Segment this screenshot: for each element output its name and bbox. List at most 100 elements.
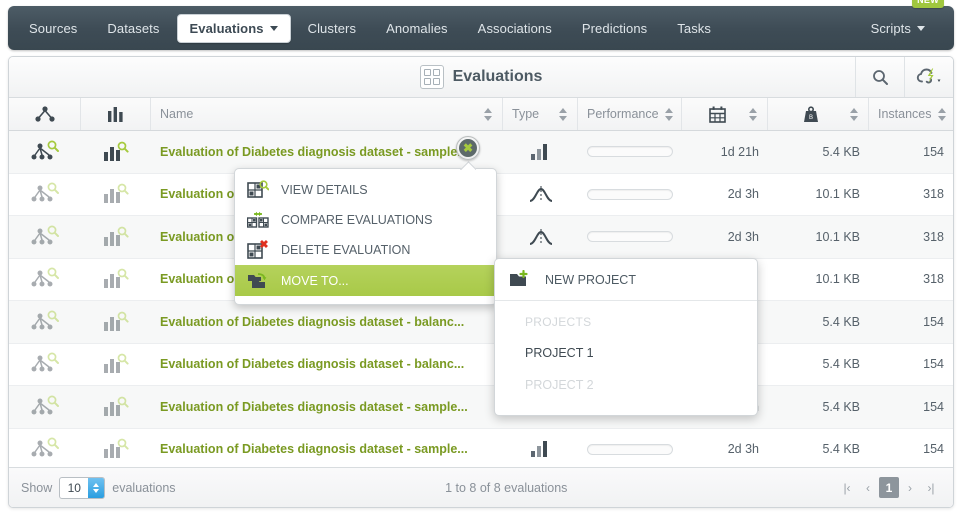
stepper-arrows[interactable]: [88, 477, 105, 498]
row-chart-icon-cell[interactable]: [81, 429, 151, 471]
folder-plus-icon: [508, 269, 532, 290]
nav-item-clusters[interactable]: Clusters: [295, 14, 369, 43]
app-root: Sources Datasets Evaluations Clusters An…: [0, 0, 962, 516]
sort-icon[interactable]: [664, 107, 674, 121]
page-size-value[interactable]: 10: [60, 478, 88, 498]
model-tree-search-icon: [31, 310, 59, 330]
row-name-cell[interactable]: Evaluation of Diabetes diagnosis dataset…: [151, 131, 503, 173]
row-model-icon-cell[interactable]: [9, 429, 81, 471]
sort-icon[interactable]: [749, 107, 758, 121]
evaluation-name-link[interactable]: Evaluation of Diabetes diagnosis dataset…: [160, 442, 468, 456]
nav-item-evaluations[interactable]: Evaluations: [176, 13, 291, 43]
row-chart-icon-cell[interactable]: [81, 216, 151, 258]
row-instances-cell: 154: [923, 399, 944, 414]
column-header-instances[interactable]: Instances: [869, 98, 953, 130]
row-performance-cell: [578, 131, 682, 173]
row-date-cell: 2d 3h: [727, 187, 759, 202]
table-row[interactable]: Evaluation of Diabetes diagnosis dataset…: [9, 429, 953, 471]
performance-bar: [587, 231, 673, 243]
submenu-item-project-1[interactable]: PROJECT 1: [495, 337, 757, 369]
evaluation-name-link[interactable]: Evaluation of Diabetes diagnosis dataset…: [160, 315, 464, 329]
context-menu-item-move-to[interactable]: MOVE TO...: [235, 265, 496, 296]
nav-item-associations[interactable]: Associations: [465, 14, 565, 43]
row-name-cell[interactable]: Evaluation of Diabetes diagnosis dataset…: [151, 301, 503, 343]
row-chart-icon-cell[interactable]: [81, 174, 151, 216]
sort-icon[interactable]: [559, 107, 568, 121]
row-size-cell: 5.4 KB: [822, 442, 860, 457]
evaluation-name-link[interactable]: Evaluation of Diabetes diagnosis dataset…: [160, 400, 468, 414]
results-summary: 1 to 8 of 8 evaluations: [445, 480, 568, 495]
row-instances-cell: 318: [923, 187, 944, 202]
column-header-size[interactable]: B: [768, 98, 869, 130]
nav-label: Evaluations: [189, 20, 264, 36]
evaluation-name-link[interactable]: Evaluation of Diabetes diagnosis dataset…: [160, 357, 464, 371]
submenu-item-new-project[interactable]: NEW PROJECT: [495, 259, 757, 300]
model-tree-search-icon: [31, 267, 59, 287]
row-model-icon-cell[interactable]: [9, 131, 81, 173]
nav-item-sources[interactable]: Sources: [16, 14, 90, 43]
column-label: Instances: [878, 107, 932, 121]
model-tree-search-icon: [31, 182, 59, 202]
row-chart-icon-cell[interactable]: [81, 344, 151, 386]
context-menu-item-compare-evaluations[interactable]: COMPARE EVALUATIONS: [235, 205, 496, 235]
column-header-date[interactable]: [682, 98, 768, 130]
model-tree-search-icon: [31, 352, 59, 372]
actions-menu-button[interactable]: [904, 57, 953, 97]
model-tree-search-icon: [31, 225, 59, 245]
sort-icon[interactable]: [850, 107, 859, 121]
row-chart-icon-cell[interactable]: [81, 301, 151, 343]
row-type-cell: [503, 429, 578, 471]
column-header-model[interactable]: [9, 98, 81, 130]
row-chart-icon-cell[interactable]: [81, 259, 151, 301]
nav-item-predictions[interactable]: Predictions: [569, 14, 660, 43]
row-model-icon-cell[interactable]: [9, 386, 81, 428]
pager-next-button[interactable]: ›: [900, 477, 920, 498]
nav-item-datasets[interactable]: Datasets: [94, 14, 172, 43]
chevron-down-icon: [917, 25, 925, 31]
row-name-cell[interactable]: Evaluation of Diabetes diagnosis dataset…: [151, 344, 503, 386]
pager-prev-button[interactable]: ‹: [858, 477, 878, 498]
column-header-performance[interactable]: Performance: [578, 98, 682, 130]
column-header-type[interactable]: Type: [503, 98, 578, 130]
pager-page-1[interactable]: 1: [879, 477, 899, 498]
row-performance-cell: [578, 429, 682, 471]
evaluation-name-link[interactable]: Evaluation of Diabetes diagnosis dataset…: [160, 145, 468, 159]
row-date-cell: 2d 3h: [727, 229, 759, 244]
row-model-icon-cell[interactable]: [9, 344, 81, 386]
row-name-cell[interactable]: Evaluation of Diabetes diagnosis dataset…: [151, 386, 503, 428]
submenu-group-label: PROJECTS: [525, 315, 592, 329]
submenu-item-project-2[interactable]: PROJECT 2: [495, 369, 757, 401]
bar-chart-search-icon: [104, 226, 129, 246]
context-menu-item-delete-evaluation[interactable]: ✖ DELETE EVALUATION: [235, 235, 496, 265]
column-header-chart[interactable]: [81, 98, 151, 130]
search-button[interactable]: [855, 57, 904, 97]
close-context-menu-button[interactable]: ✖: [456, 136, 480, 160]
row-chart-icon-cell[interactable]: [81, 386, 151, 428]
context-menu-item-view-details[interactable]: VIEW DETAILS: [235, 175, 496, 205]
nav-item-tasks[interactable]: Tasks: [664, 14, 724, 43]
pager-first-button[interactable]: |‹: [837, 477, 857, 498]
table-row[interactable]: Evaluation of Diabetes diagnosis dataset…: [9, 386, 953, 429]
pager-last-button[interactable]: ›|: [921, 477, 941, 498]
sort-icon[interactable]: [937, 107, 947, 121]
row-model-icon-cell[interactable]: [9, 216, 81, 258]
sort-icon[interactable]: [484, 107, 493, 121]
bar-chart-type-icon: [530, 441, 547, 458]
row-chart-icon-cell[interactable]: [81, 131, 151, 173]
page-size-stepper[interactable]: 10: [59, 476, 106, 499]
table-row[interactable]: Evaluation of Diabetes diagnosis dataset…: [9, 301, 953, 344]
stepper-up-icon[interactable]: [93, 482, 100, 487]
calendar-icon-wrap: [691, 106, 743, 123]
row-model-icon-cell[interactable]: [9, 259, 81, 301]
row-model-icon-cell[interactable]: [9, 301, 81, 343]
nav-item-anomalies[interactable]: Anomalies: [373, 14, 461, 43]
row-name-cell[interactable]: Evaluation of Diabetes diagnosis dataset…: [151, 429, 503, 471]
stepper-down-icon[interactable]: [93, 488, 100, 493]
table-row[interactable]: Evaluation of Diabetes diagnosis dataset…: [9, 344, 953, 386]
bar-chart-search-icon: [104, 268, 129, 289]
column-header-name[interactable]: Name: [151, 98, 503, 130]
row-performance-cell: [578, 216, 682, 258]
nav-item-scripts[interactable]: NEW Scripts: [858, 0, 944, 43]
row-model-icon-cell[interactable]: [9, 174, 81, 216]
lightning-cloud-icon: [916, 68, 941, 84]
